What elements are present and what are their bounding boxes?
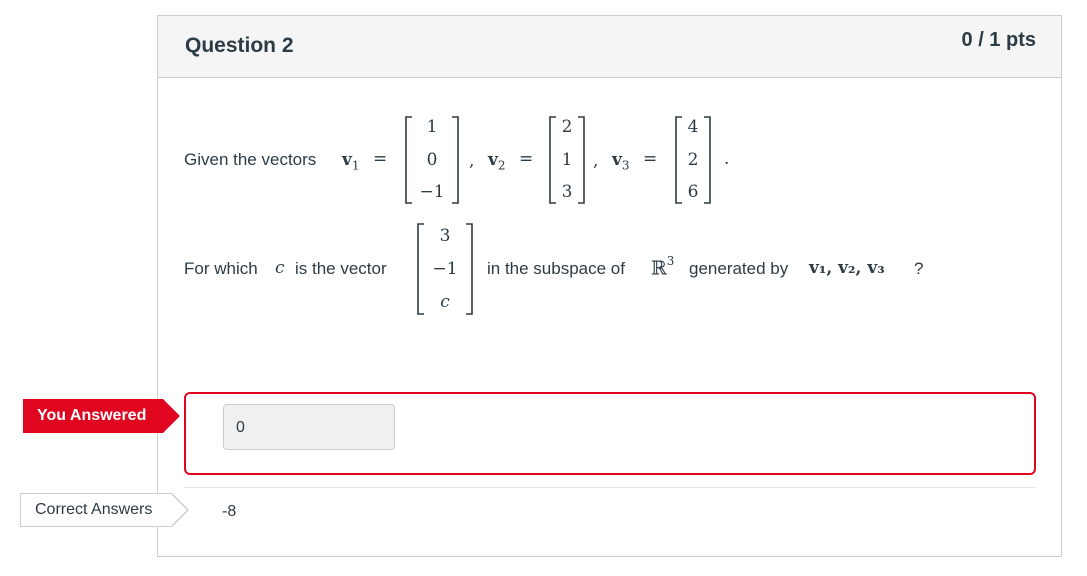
divider (184, 487, 1036, 488)
v3-entry-2: 2 (687, 150, 699, 170)
v2-label: v2 (488, 150, 506, 173)
generating-vectors: v₁, v₂, v₃ (809, 258, 885, 278)
v1-entry-2: 0 (426, 150, 438, 170)
v1-label: v1 (342, 150, 360, 173)
prompt-line1-text: Given the vectors (184, 150, 317, 169)
v2-equals: = (519, 149, 534, 169)
comma-1: , (469, 151, 475, 171)
comma-2: , (593, 151, 599, 171)
v2-entry-3: 3 (561, 182, 573, 202)
v1-equals: = (373, 149, 388, 169)
answer-input[interactable]: 0 (223, 404, 395, 450)
v2-entry-1: 2 (561, 117, 573, 137)
v1-entry-1: 1 (426, 117, 438, 137)
prompt-line2-gen: generated by (689, 259, 789, 278)
v3-matrix: 4 2 6 (674, 115, 712, 205)
v3-entry-1: 4 (687, 117, 699, 137)
v1-entry-3: −1 (419, 182, 445, 202)
question-mark: ? (914, 259, 924, 278)
v2-matrix: 2 1 3 (548, 115, 586, 205)
question-title: Question 2 (185, 34, 294, 57)
v3-entry-3: 6 (687, 182, 699, 202)
period: . (724, 149, 730, 169)
prompt-line2-post: in the subspace of (487, 259, 625, 278)
v3-label: v3 (612, 150, 630, 173)
target-vector-matrix: 3 −1 c (416, 222, 474, 316)
c-variable: c (275, 258, 285, 278)
target-entry-3: c (440, 292, 450, 312)
prompt-line2-mid: is the vector (295, 259, 387, 278)
prompt-line2-pre: For which (184, 259, 258, 278)
question-points: 0 / 1 pts (961, 29, 1036, 51)
correct-answer-value: -8 (222, 503, 237, 520)
you-answered-tag: You Answered (23, 399, 180, 433)
real-field-symbol: ℝ3 (651, 254, 675, 280)
question-header: Question 2 0 / 1 pts (158, 16, 1061, 78)
target-entry-1: 3 (439, 226, 451, 246)
v3-equals: = (643, 149, 658, 169)
correct-answers-tag: Correct Answers (20, 493, 189, 527)
question-card: Question 2 0 / 1 pts (157, 15, 1062, 557)
v1-matrix: 1 0 −1 (404, 115, 460, 205)
v2-entry-2: 1 (561, 150, 573, 170)
target-entry-2: −1 (432, 259, 458, 279)
